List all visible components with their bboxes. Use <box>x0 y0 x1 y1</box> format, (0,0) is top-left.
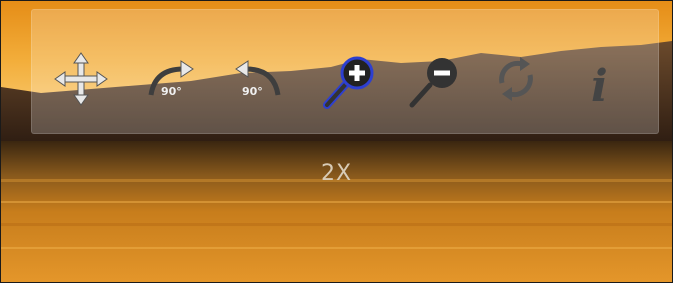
zoom-out-button[interactable] <box>406 49 466 109</box>
image-toolbar: 90° 90° i <box>31 9 659 134</box>
svg-text:i: i <box>591 61 608 112</box>
reset-icon <box>499 57 533 101</box>
rotate-left-icon: 90° <box>235 60 281 98</box>
zoom-in-button[interactable] <box>321 49 381 109</box>
rotate-right-icon: 90° <box>148 60 194 98</box>
rotate-right-degrees: 90° <box>161 85 182 98</box>
rotate-left-button[interactable]: 90° <box>228 49 288 109</box>
image-viewer: 90° 90° i 2X <box>0 0 673 283</box>
zoom-out-icon <box>409 58 457 108</box>
reset-button[interactable] <box>486 49 546 109</box>
move-icon <box>54 52 108 106</box>
move-button[interactable] <box>51 49 111 109</box>
rotate-right-button[interactable]: 90° <box>141 49 201 109</box>
zoom-in-icon <box>323 56 374 109</box>
info-icon: i <box>591 61 608 112</box>
rotate-left-degrees: 90° <box>242 85 263 98</box>
zoom-level-label: 2X <box>320 161 353 186</box>
info-button[interactable]: i <box>569 49 629 112</box>
